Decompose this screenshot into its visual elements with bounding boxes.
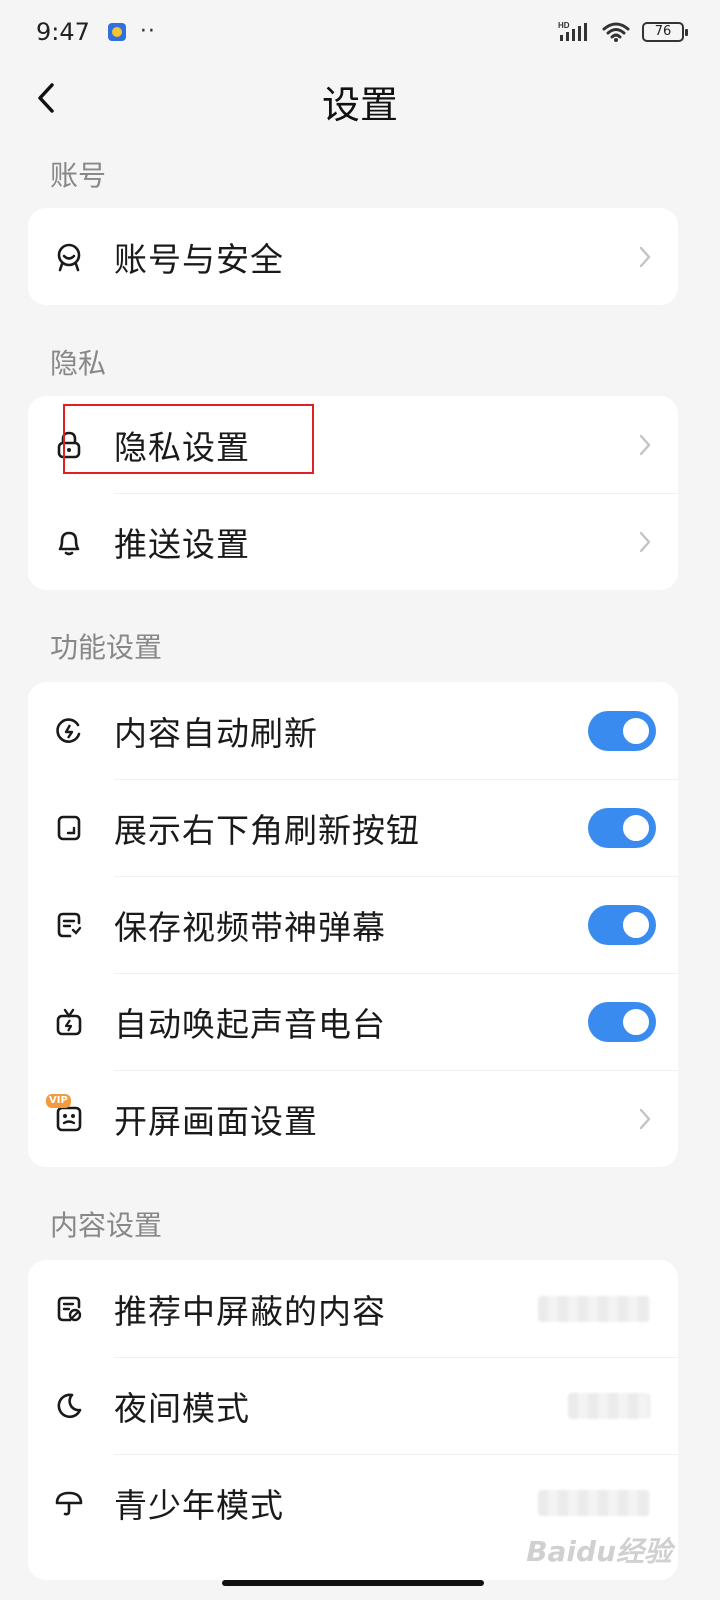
settings-row-auto-radio: 自动唤起声音电台 xyxy=(28,973,678,1070)
settings-row-auto-refresh: 内容自动刷新 xyxy=(28,682,678,779)
splash-image-icon: VIP xyxy=(46,1093,84,1134)
night-mode-value xyxy=(568,1392,650,1419)
radio-icon xyxy=(54,1007,84,1037)
settings-row-label: 开屏画面设置 xyxy=(114,1101,318,1141)
page-title: 设置 xyxy=(321,83,398,127)
settings-row-label: 青少年模式 xyxy=(114,1485,284,1525)
refresh-icon xyxy=(54,716,84,746)
section-title-features: 功能设置 xyxy=(50,631,163,664)
status-bar: 9:47 ·· HD 76 xyxy=(0,0,720,64)
settings-row-splash[interactable]: VIP 开屏画面设置 xyxy=(28,1070,678,1167)
account-security-icon xyxy=(54,242,84,272)
blocked-content-value xyxy=(538,1295,650,1322)
notification-app-icon xyxy=(107,23,126,41)
settings-row-label: 展示右下角刷新按钮 xyxy=(114,810,420,850)
hd-label: HD xyxy=(558,21,570,30)
chevron-right-icon xyxy=(639,531,651,552)
auto-refresh-toggle[interactable] xyxy=(588,710,656,751)
settings-row-save-danmaku: 保存视频带神弹幕 xyxy=(28,876,678,973)
refresh-button-toggle[interactable] xyxy=(588,807,656,848)
status-time: 9:47 xyxy=(36,18,90,46)
settings-row-label: 保存视频带神弹幕 xyxy=(114,907,386,947)
corner-button-icon xyxy=(54,813,84,843)
section-title-privacy: 隐私 xyxy=(50,347,107,380)
settings-row-push[interactable]: 推送设置 xyxy=(28,493,678,590)
more-notifications-dots: ·· xyxy=(139,19,156,44)
account-card: 账号与安全 xyxy=(28,208,678,305)
features-card: 内容自动刷新 展示右下角刷新按钮 保存视频带神弹幕 自动唤起声音电台 VIP 开… xyxy=(28,682,678,1167)
settings-row-label: 内容自动刷新 xyxy=(114,713,318,753)
wifi-icon xyxy=(602,22,630,42)
settings-row-account-security[interactable]: 账号与安全 xyxy=(28,208,678,305)
blocked-content-icon xyxy=(54,1294,84,1324)
chevron-right-icon xyxy=(639,246,651,267)
chevron-right-icon xyxy=(639,434,651,455)
settings-row-label: 自动唤起声音电台 xyxy=(114,1004,386,1044)
teen-mode-value xyxy=(538,1489,650,1516)
settings-row-label: 夜间模式 xyxy=(114,1388,250,1428)
section-title-account: 账号 xyxy=(50,159,107,192)
settings-row-night-mode[interactable]: 夜间模式 xyxy=(28,1357,678,1454)
settings-row-refresh-button: 展示右下角刷新按钮 xyxy=(28,779,678,876)
settings-row-label: 推荐中屏蔽的内容 xyxy=(114,1291,386,1331)
annotation-highlight-box xyxy=(63,404,314,474)
battery-icon: 76 xyxy=(642,22,688,42)
save-danmaku-toggle[interactable] xyxy=(588,904,656,945)
bell-icon xyxy=(54,527,84,557)
header: 设置 xyxy=(0,64,720,134)
umbrella-icon xyxy=(54,1488,84,1518)
watermark: Baidu经验 xyxy=(526,1535,672,1568)
status-indicators: HD 76 xyxy=(558,21,688,43)
auto-radio-toggle[interactable] xyxy=(588,1001,656,1042)
settings-row-blocked-content[interactable]: 推荐中屏蔽的内容 xyxy=(28,1260,678,1357)
vip-badge: VIP xyxy=(46,1093,71,1108)
danmaku-icon xyxy=(54,910,84,940)
section-title-content: 内容设置 xyxy=(50,1209,163,1242)
settings-row-label: 账号与安全 xyxy=(114,239,284,279)
settings-row-label: 推送设置 xyxy=(114,524,250,564)
cellular-signal-icon: HD xyxy=(558,21,587,41)
moon-icon xyxy=(54,1391,84,1421)
chevron-right-icon xyxy=(639,1108,651,1129)
home-indicator[interactable] xyxy=(222,1580,484,1586)
